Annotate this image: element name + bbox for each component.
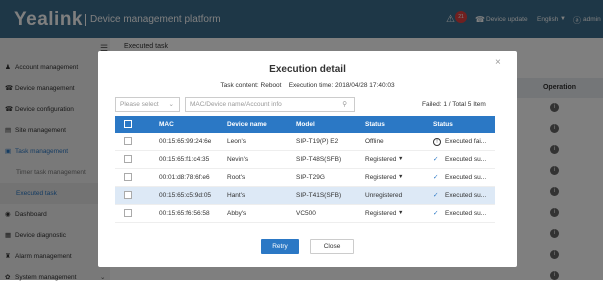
status-cell: Unregistered [365, 192, 403, 199]
mac-cell: 00:15:65:f6:56:58 [159, 210, 210, 217]
result-cell: Executed su... [445, 156, 487, 163]
status-dropdown[interactable]: Registered [365, 151, 396, 168]
task-info: Task content: Reboot Execution time: 201… [220, 82, 395, 89]
device-name-cell: Hant's [227, 192, 246, 199]
failed-total-count: Failed: 1 / Total 5 Item [422, 101, 486, 108]
model-cell: VC500 [296, 210, 316, 217]
result-cell: Executed fai... [445, 138, 487, 145]
table-row[interactable]: 00:15:65:f6:56:58 Abby's VC500 Registere… [115, 205, 495, 223]
model-cell: SIP-T19(P) E2 [296, 138, 339, 145]
search-input[interactable]: MAC/Device name/Account info ⚲ [185, 97, 355, 112]
row-checkbox[interactable] [124, 191, 132, 199]
model-cell: SIP-T48S(SFB) [296, 156, 342, 163]
result-cell: Executed su... [445, 192, 487, 199]
mac-cell: 00:15:65:f1:c4:35 [159, 156, 210, 163]
col-device-name: Device name [227, 121, 267, 128]
device-name-cell: Nevin's [227, 156, 249, 163]
row-checkbox[interactable] [124, 137, 132, 145]
device-name-cell: Abby's [227, 210, 247, 217]
chevron-down-icon[interactable]: ▼ [398, 151, 403, 168]
row-checkbox[interactable] [124, 173, 132, 181]
check-icon: ✓ [433, 192, 439, 199]
warning-icon: ! [433, 138, 443, 148]
retry-button[interactable]: Retry [261, 239, 299, 254]
model-cell: SIP-T41S(SFB) [296, 192, 342, 199]
table-row[interactable]: 00:15:65:c5:9d:05 Hant's SIP-T41S(SFB) U… [115, 187, 495, 205]
table-row[interactable]: 00:01:d8:78:6f:e6 Root's SIP-T29G Regist… [115, 169, 495, 187]
close-icon[interactable]: × [495, 57, 501, 68]
row-checkbox[interactable] [124, 209, 132, 217]
table-row[interactable]: 00:15:65:99:24:6e Leon's SIP-T19(P) E2 O… [115, 133, 495, 151]
status-filter-select[interactable]: Please select ⌄ [115, 97, 180, 112]
close-button[interactable]: Close [310, 239, 354, 254]
result-cell: Executed su... [445, 210, 487, 217]
table-header: MAC Device name Model Status Status [115, 116, 495, 133]
status-dropdown[interactable]: Registered [365, 205, 396, 222]
status-dropdown[interactable]: Registered [365, 169, 396, 186]
mac-cell: 00:15:65:c5:9d:05 [159, 192, 212, 199]
col-status: Status [365, 121, 385, 128]
result-cell: Executed su... [445, 174, 487, 181]
select-all-checkbox[interactable] [124, 120, 132, 128]
status-cell: Offline [365, 138, 384, 145]
model-cell: SIP-T29G [296, 174, 325, 181]
device-name-cell: Leon's [227, 138, 246, 145]
col-mac: MAC [159, 121, 174, 128]
table-row[interactable]: 00:15:65:f1:c4:35 Nevin's SIP-T48S(SFB) … [115, 151, 495, 169]
col-result-status: Status [433, 121, 453, 128]
mac-cell: 00:15:65:99:24:6e [159, 138, 212, 145]
execution-time-value: 2018/04/28 17:40:03 [334, 82, 395, 89]
modal-title: Execution detail [269, 64, 346, 75]
row-checkbox[interactable] [124, 155, 132, 163]
mac-cell: 00:01:d8:78:6f:e6 [159, 174, 210, 181]
chevron-down-icon[interactable]: ▼ [398, 169, 403, 186]
check-icon: ✓ [433, 174, 439, 181]
execution-detail-modal: Execution detail × Task content: Reboot … [98, 51, 517, 267]
chevron-down-icon: ⌄ [168, 101, 174, 108]
col-model: Model [296, 121, 315, 128]
device-name-cell: Root's [227, 174, 246, 181]
task-content-value: Reboot [260, 82, 282, 89]
search-icon: ⚲ [342, 101, 347, 108]
chevron-down-icon[interactable]: ▼ [398, 205, 403, 222]
check-icon: ✓ [433, 210, 439, 217]
check-icon: ✓ [433, 156, 439, 163]
